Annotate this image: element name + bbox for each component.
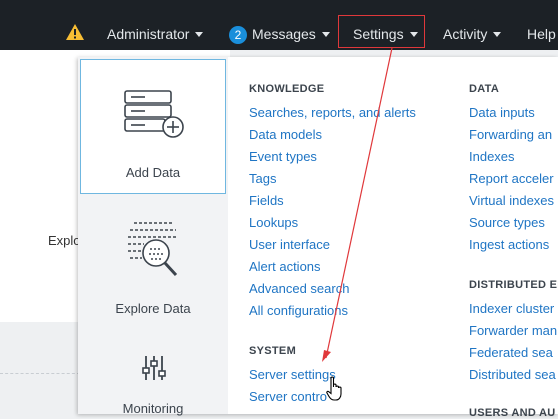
add-data-label: Add Data	[125, 165, 181, 180]
link-searches-reports-alerts[interactable]: Searches, reports, and alerts	[249, 105, 416, 120]
explore-data-tile[interactable]: Explore Data	[80, 197, 226, 325]
data-heading: DATA	[469, 83, 500, 95]
link-user-interface[interactable]: User interface	[249, 237, 330, 252]
link-data-inputs[interactable]: Data inputs	[469, 105, 535, 120]
users-heading: USERS AND AU	[469, 407, 556, 419]
messages-count-badge: 2	[229, 26, 247, 44]
link-report-acceleration[interactable]: Report acceler	[469, 171, 554, 186]
link-federated-search[interactable]: Federated sea	[469, 345, 553, 360]
link-indexes[interactable]: Indexes	[469, 149, 515, 164]
messages-menu[interactable]: 2 Messages	[229, 22, 330, 46]
system-heading: SYSTEM	[249, 345, 297, 357]
link-advanced-search[interactable]: Advanced search	[249, 281, 349, 296]
link-source-types[interactable]: Source types	[469, 215, 545, 230]
shortcut-panel: Add Data Explore Data Monitoring	[78, 57, 228, 416]
link-event-types[interactable]: Event types	[249, 149, 317, 164]
link-alert-actions[interactable]: Alert actions	[249, 259, 321, 274]
link-data-models[interactable]: Data models	[249, 127, 322, 142]
distributed-heading: DISTRIBUTED EN	[469, 279, 558, 291]
link-forwarder-management[interactable]: Forwarder man	[469, 323, 557, 338]
divider	[0, 373, 80, 374]
monitoring-icon	[142, 356, 166, 380]
chevron-down-icon	[321, 31, 330, 37]
link-all-configurations[interactable]: All configurations	[249, 303, 348, 318]
add-data-tile[interactable]: Add Data	[80, 59, 226, 194]
explore-data-icon	[128, 222, 178, 277]
chevron-down-icon	[195, 31, 204, 37]
link-indexer-clustering[interactable]: Indexer cluster	[469, 301, 554, 316]
help-menu[interactable]: Help	[527, 22, 556, 46]
activity-label: Activity	[443, 26, 488, 42]
settings-highlight-box	[338, 15, 425, 48]
knowledge-heading: KNOWLEDGE	[249, 83, 325, 95]
hand-cursor-icon	[326, 376, 342, 401]
link-server-settings[interactable]: Server settings	[249, 367, 336, 382]
link-server-controls[interactable]: Server contro	[249, 389, 327, 404]
background-explore-label: Explo	[48, 233, 81, 248]
monitoring-tile[interactable]: Monitoring	[80, 329, 226, 416]
link-lookups[interactable]: Lookups	[249, 215, 298, 230]
top-navigation-bar: Administrator 2 Messages Settings Activit…	[0, 0, 558, 50]
warning-icon[interactable]	[65, 23, 85, 41]
administrator-label: Administrator	[107, 26, 190, 42]
chevron-down-icon	[493, 31, 502, 37]
link-distributed-search[interactable]: Distributed sea	[469, 367, 556, 382]
help-label: Help	[527, 26, 556, 42]
explore-data-label: Explore Data	[115, 301, 191, 316]
link-forwarding[interactable]: Forwarding an	[469, 127, 552, 142]
activity-menu[interactable]: Activity	[443, 22, 502, 46]
link-virtual-indexes[interactable]: Virtual indexes	[469, 193, 554, 208]
administrator-menu[interactable]: Administrator	[107, 22, 204, 46]
add-data-icon	[124, 90, 184, 138]
link-ingest-actions[interactable]: Ingest actions	[469, 237, 549, 252]
settings-dropdown: Add Data Explore Data Monitoring KNOWLED…	[78, 57, 558, 419]
messages-label: Messages	[252, 26, 316, 42]
link-fields[interactable]: Fields	[249, 193, 284, 208]
link-tags[interactable]: Tags	[249, 171, 276, 186]
